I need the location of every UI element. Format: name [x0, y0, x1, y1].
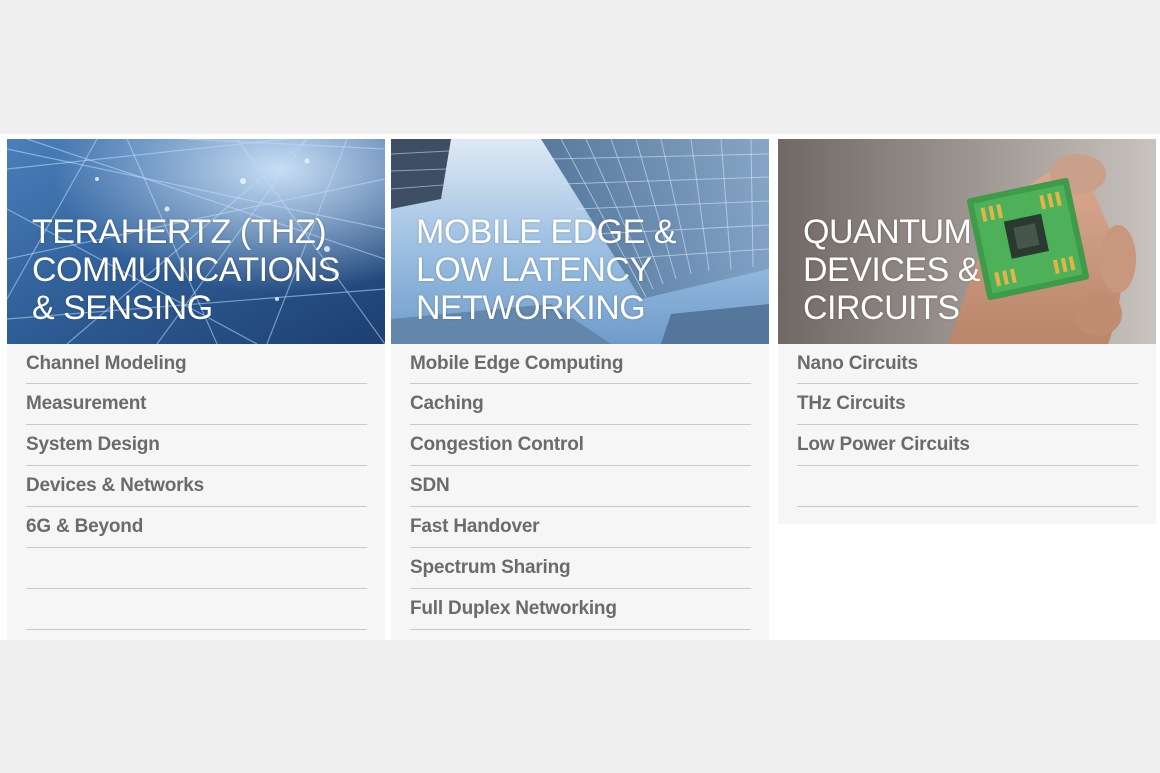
- list-item[interactable]: Nano Circuits: [797, 344, 1138, 384]
- topic-link[interactable]: Devices & Networks: [26, 475, 204, 497]
- topic-link[interactable]: Low Power Circuits: [797, 434, 970, 456]
- list-item[interactable]: SDN: [410, 466, 751, 507]
- topic-list: Channel Modeling Measurement System Desi…: [7, 344, 385, 630]
- list-item[interactable]: Caching: [410, 384, 751, 425]
- topic-list: Mobile Edge Computing Caching Congestion…: [391, 344, 769, 630]
- card-mobile-edge: MOBILE EDGE & LOW LATENCY NETWORKING Mob…: [391, 139, 769, 640]
- banner-mobile-edge[interactable]: MOBILE EDGE & LOW LATENCY NETWORKING: [391, 139, 769, 344]
- card-terahertz: TERAHERTZ (THZ) COMMUNICATIONS & SENSING…: [7, 139, 385, 640]
- card-title: TERAHERTZ (THZ) COMMUNICATIONS & SENSING: [32, 213, 340, 327]
- topic-link[interactable]: THz Circuits: [797, 393, 906, 415]
- topic-link[interactable]: Nano Circuits: [797, 353, 918, 375]
- list-item[interactable]: Spectrum Sharing: [410, 548, 751, 589]
- card-quantum: QUANTUM DEVICES & CIRCUITS Nano Circuits…: [778, 139, 1156, 524]
- list-item[interactable]: Measurement: [26, 384, 367, 425]
- list-item[interactable]: Fast Handover: [410, 507, 751, 548]
- list-item[interactable]: Low Power Circuits: [797, 425, 1138, 466]
- list-item: [26, 548, 367, 589]
- list-item[interactable]: 6G & Beyond: [26, 507, 367, 548]
- list-item: [797, 466, 1138, 507]
- topic-link[interactable]: Spectrum Sharing: [410, 557, 571, 579]
- list-item[interactable]: Devices & Networks: [26, 466, 367, 507]
- list-item[interactable]: Full Duplex Networking: [410, 589, 751, 630]
- list-item[interactable]: Congestion Control: [410, 425, 751, 466]
- banner-terahertz[interactable]: TERAHERTZ (THZ) COMMUNICATIONS & SENSING: [7, 139, 385, 344]
- topic-link[interactable]: Mobile Edge Computing: [410, 353, 623, 375]
- card-title: MOBILE EDGE & LOW LATENCY NETWORKING: [416, 213, 676, 327]
- banner-quantum[interactable]: QUANTUM DEVICES & CIRCUITS: [778, 139, 1156, 344]
- list-item[interactable]: Mobile Edge Computing: [410, 344, 751, 384]
- topic-link[interactable]: SDN: [410, 475, 450, 497]
- card-title: QUANTUM DEVICES & CIRCUITS: [803, 213, 980, 327]
- list-item[interactable]: Channel Modeling: [26, 344, 367, 384]
- topic-link[interactable]: Caching: [410, 393, 484, 415]
- topic-link[interactable]: System Design: [26, 434, 160, 456]
- list-item[interactable]: System Design: [26, 425, 367, 466]
- topic-link[interactable]: Fast Handover: [410, 516, 540, 538]
- list-item: [26, 589, 367, 630]
- topic-list: Nano Circuits THz Circuits Low Power Cir…: [778, 344, 1156, 507]
- list-item[interactable]: THz Circuits: [797, 384, 1138, 425]
- topic-link[interactable]: 6G & Beyond: [26, 516, 143, 538]
- topic-link[interactable]: Congestion Control: [410, 434, 584, 456]
- topic-link[interactable]: Channel Modeling: [26, 353, 187, 375]
- topic-link[interactable]: Full Duplex Networking: [410, 598, 617, 620]
- topic-link[interactable]: Measurement: [26, 393, 146, 415]
